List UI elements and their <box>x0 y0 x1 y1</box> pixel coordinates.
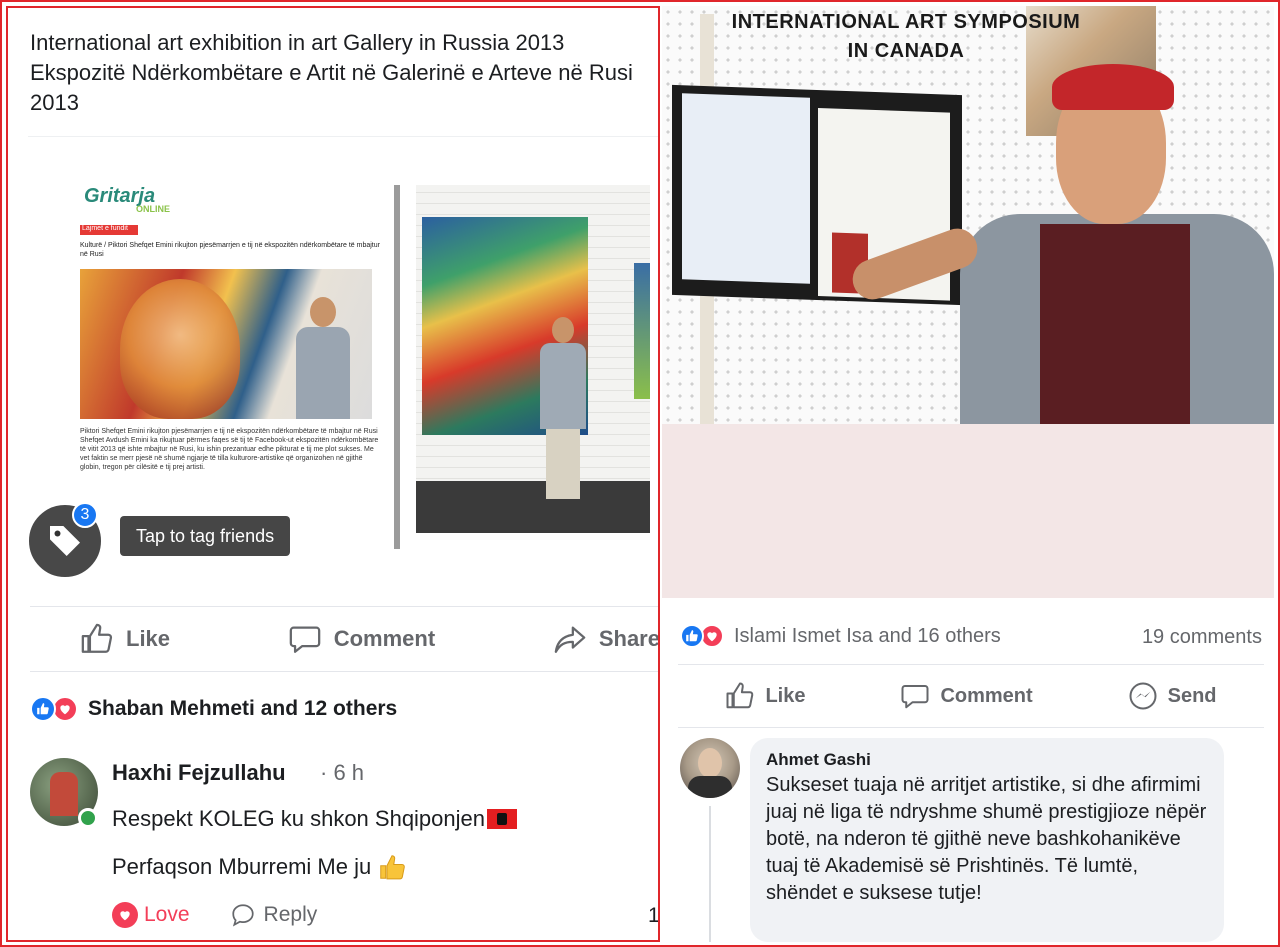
artist-figure <box>847 64 1274 424</box>
post-action-bar: Like Comment Share <box>30 606 658 672</box>
comments-count-link[interactable]: 19 comments <box>1142 626 1262 649</box>
comment-button[interactable]: Comment <box>900 681 1033 711</box>
like-reaction-icon <box>30 696 56 722</box>
tag-tooltip: Tap to tag friends <box>120 516 291 556</box>
comment-bubble[interactable]: Ahmet Gashi Sukseset tuaja në arritjet a… <box>750 738 1224 942</box>
reply-bubble-icon <box>231 904 254 927</box>
reactions-text: Islami Ismet Isa and 16 others <box>734 624 1001 647</box>
tag-count-badge: 3 <box>72 502 98 528</box>
photo-background-fill <box>662 424 1274 598</box>
comment-icon <box>901 685 929 709</box>
collage-divider <box>394 185 400 549</box>
comment-actions: Love Reply <box>112 902 317 928</box>
comment-icon <box>289 626 321 653</box>
thread-line <box>709 806 711 942</box>
article-body: Piktori Shefqet Emini rikujton pjesëmarr… <box>80 428 379 471</box>
comment-author[interactable]: Ahmet Gashi <box>766 750 1208 770</box>
right-post: INTERNATIONAL ART SYMPOSIUM IN CANADA Is… <box>662 6 1274 942</box>
gallery-photo <box>416 185 650 533</box>
left-post: International art exhibition in art Gall… <box>6 6 660 942</box>
like-button[interactable]: Like <box>80 622 170 656</box>
article-breadcrumb: Kulturë / Piktori Shefqet Emini rikujton… <box>80 242 380 258</box>
article-image <box>80 269 372 419</box>
post-title: International art exhibition in art Gall… <box>30 30 633 115</box>
share-icon <box>554 626 586 653</box>
albania-flag-icon <box>487 809 518 829</box>
news-logo: Gritarja ONLINE <box>84 185 171 214</box>
comment-author[interactable]: Haxhi Fejzullahu <box>112 760 286 786</box>
send-button[interactable]: Send <box>1128 681 1217 711</box>
comment-reaction-count: 1 <box>648 904 660 927</box>
love-comment-button[interactable]: Love <box>112 902 190 928</box>
reactions-summary[interactable]: Islami Ismet Isa and 16 others <box>680 624 1001 648</box>
thumbs-up-icon <box>81 623 113 653</box>
comment-button[interactable]: Comment <box>288 622 435 656</box>
like-reaction-icon <box>680 624 704 648</box>
post-action-bar: Like Comment Send <box>678 664 1264 728</box>
thumbs-up-emoji-icon <box>380 855 406 880</box>
reply-button[interactable]: Reply <box>230 902 317 928</box>
photo-caption-title: INTERNATIONAL ART SYMPOSIUM IN CANADA <box>731 11 1081 62</box>
messenger-icon <box>1129 682 1157 710</box>
section-label: Lajmet e fundit <box>80 225 138 235</box>
comment-text-line-2: Perfaqson Mburremi Me ju <box>112 852 407 882</box>
reactions-text: Shaban Mehmeti and 12 others <box>88 697 398 720</box>
avatar[interactable] <box>680 738 740 798</box>
comment-text: Sukseset tuaja në arritjet artistike, si… <box>766 774 1207 904</box>
thumbs-up-icon <box>726 682 754 709</box>
heart-icon <box>112 902 138 928</box>
online-status-dot <box>78 808 98 828</box>
reactions-summary[interactable]: Shaban Mehmeti and 12 others <box>30 694 397 724</box>
post-photo[interactable]: INTERNATIONAL ART SYMPOSIUM IN CANADA <box>662 6 1274 424</box>
comment-timestamp: · 6 h <box>320 760 365 785</box>
share-button[interactable]: Share <box>553 622 658 656</box>
news-article-clipping: Gritarja ONLINE Lajmet e fundit Kulturë /… <box>80 177 392 547</box>
comment-text-line-1: Respekt KOLEG ku shkon Shqiponjen <box>112 806 518 832</box>
like-button[interactable]: Like <box>725 681 806 711</box>
